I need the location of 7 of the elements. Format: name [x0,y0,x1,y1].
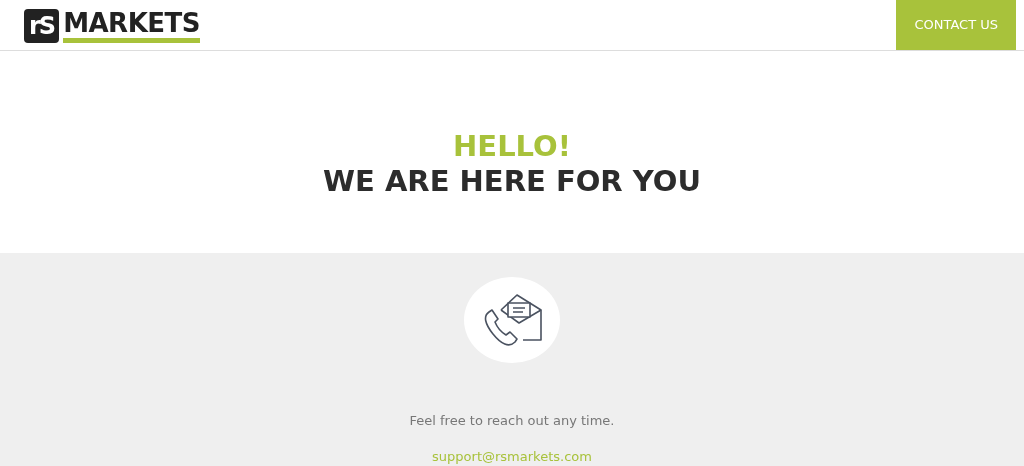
headline: WE ARE HERE FOR YOU [323,164,701,199]
logo-mark: rS [24,8,60,43]
contact-button[interactable]: CONTACT US [896,0,1016,50]
contact-message: Feel free to reach out any time. [409,412,615,430]
email-link[interactable]: support@rsmarkets.com [432,446,592,466]
greeting-heading: HELLO! [453,129,571,164]
logo-wordmark: MARKETS [63,7,200,43]
